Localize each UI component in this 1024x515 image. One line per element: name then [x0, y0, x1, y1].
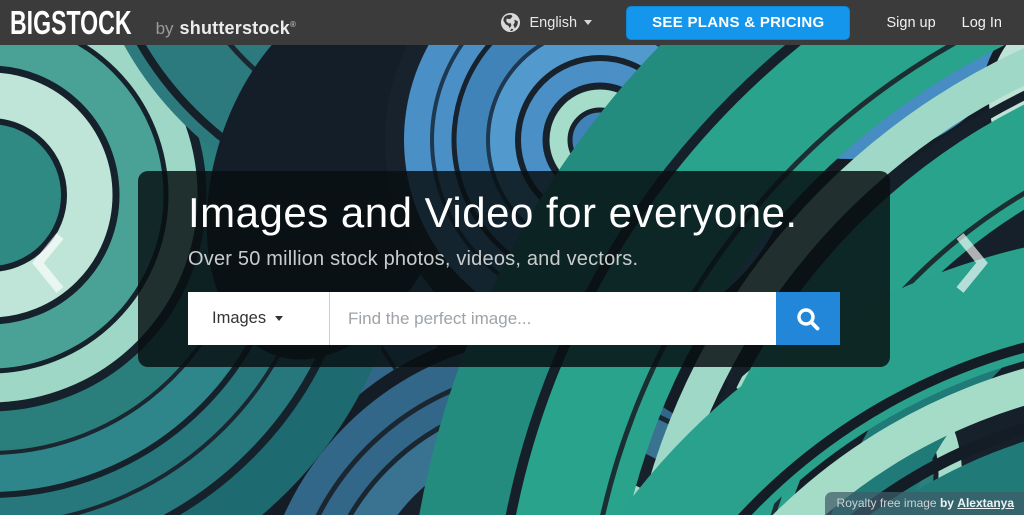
search-icon — [797, 308, 820, 331]
chevron-left-icon — [32, 233, 64, 293]
logo-by-text: by — [155, 19, 174, 38]
login-link[interactable]: Log In — [962, 15, 1002, 31]
search-category-label: Images — [212, 309, 267, 328]
app-navbar: BIGSTOCK by shutterstock® English SEE PL… — [0, 0, 1024, 45]
search-bar: Images — [188, 292, 840, 346]
language-label: English — [529, 14, 578, 31]
attribution-by: by — [939, 496, 954, 510]
hero-subtitle: Over 50 million stock photos, videos, an… — [188, 248, 639, 271]
caret-down-icon — [275, 316, 284, 322]
search-input[interactable] — [330, 292, 776, 346]
hero-panel: Images and Video for everyone. Over 50 m… — [138, 171, 890, 367]
attribution-author-link[interactable]: Alextanya — [957, 496, 1014, 510]
carousel-prev-button[interactable] — [30, 231, 66, 295]
globe-icon — [500, 12, 520, 33]
carousel-next-button[interactable] — [954, 231, 990, 295]
signup-link[interactable]: Sign up — [886, 15, 935, 31]
see-plans-button[interactable]: SEE PLANS & PRICING — [626, 5, 851, 40]
logo-bigstock-text: BIGSTOCK — [10, 4, 132, 41]
hero-section: Images and Video for everyone. Over 50 m… — [0, 45, 1024, 515]
chevron-right-icon — [956, 233, 988, 293]
caret-down-icon — [584, 20, 593, 25]
hero-title: Images and Video for everyone. — [188, 189, 798, 236]
attribution-text: Royalty free image — [836, 496, 937, 510]
search-button[interactable] — [776, 292, 840, 346]
image-attribution: Royalty free image by Alextanya — [824, 492, 1024, 515]
bigstock-logo[interactable]: BIGSTOCK by shutterstock® — [10, 0, 296, 45]
registered-mark: ® — [289, 20, 297, 29]
search-category-dropdown[interactable]: Images — [188, 292, 330, 346]
logo-shutterstock-text: shutterstock® — [179, 18, 297, 38]
language-selector[interactable]: English — [500, 12, 593, 33]
